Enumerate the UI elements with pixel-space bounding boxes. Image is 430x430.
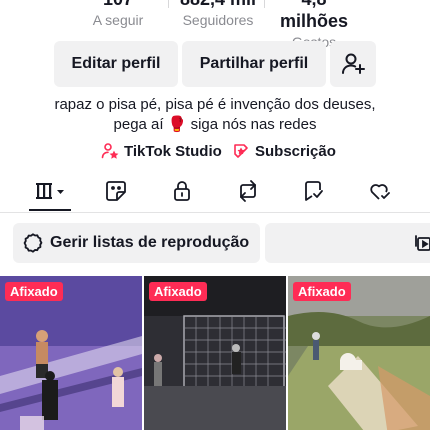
profile-bio: rapaz o pisa pé, pisa pé é invenção dos … — [20, 95, 410, 135]
video-thumbnail[interactable]: Afixado — [144, 276, 286, 430]
manage-playlists-label: Gerir listas de reprodução — [50, 234, 250, 251]
add-user-icon — [342, 53, 365, 74]
bookmark-icon — [305, 181, 323, 201]
following-label: A seguir — [92, 12, 144, 28]
stat-divider — [264, 0, 265, 8]
pinned-badge: Afixado — [5, 282, 63, 301]
grid-icon — [36, 183, 64, 199]
tiktok-studio-link[interactable]: TikTok Studio — [101, 140, 222, 162]
tab-favorites[interactable] — [297, 178, 331, 204]
pinned-badge: Afixado — [149, 282, 207, 301]
playlist-view-button[interactable] — [265, 223, 430, 263]
repost-icon — [240, 180, 256, 202]
heart-hidden-icon — [370, 184, 390, 200]
profile-tabs — [0, 172, 430, 212]
gear-icon — [23, 233, 43, 253]
video-thumbnail[interactable]: Afixado — [288, 276, 430, 430]
pinned-badge: Afixado — [293, 282, 351, 301]
bio-line: pega aí 🥊 siga nós nas redes — [113, 116, 317, 133]
manage-playlists-button[interactable]: Gerir listas de reprodução — [13, 223, 260, 263]
subscription-label: Subscrição — [255, 142, 336, 160]
bio-line: rapaz o pisa pé, pisa pé é invenção dos … — [54, 96, 376, 113]
tab-stickers[interactable] — [99, 178, 133, 204]
followers-stat[interactable]: 882,4 mil Seguidores — [170, 0, 266, 29]
add-friend-button[interactable] — [330, 41, 376, 87]
video-grid: Afixado Afixado Afixado — [0, 276, 430, 430]
followers-label: Seguidores — [182, 12, 254, 28]
playlist-icon — [415, 235, 430, 251]
tab-videos[interactable] — [33, 178, 67, 204]
profile-links: TikTok Studio Subscrição — [0, 140, 430, 162]
share-profile-button[interactable]: Partilhar perfil — [182, 41, 326, 87]
followers-count: 882,4 mil — [170, 0, 266, 10]
subscription-icon — [234, 144, 248, 158]
edit-profile-button[interactable]: Editar perfil — [54, 41, 178, 87]
video-thumbnail[interactable]: Afixado — [0, 276, 142, 430]
studio-icon — [101, 143, 119, 159]
tab-liked[interactable] — [363, 178, 397, 204]
lock-icon — [174, 181, 190, 201]
studio-label: TikTok Studio — [124, 142, 222, 160]
subscription-link[interactable]: Subscrição — [232, 140, 336, 162]
active-tab-indicator — [29, 209, 71, 211]
sticker-icon — [106, 181, 126, 201]
tabs-divider — [0, 212, 430, 213]
likes-count: 4,8 milhões — [279, 0, 349, 31]
tab-reposts[interactable] — [231, 178, 265, 204]
following-stat[interactable]: 107 A seguir — [70, 0, 166, 29]
tab-private[interactable] — [165, 178, 199, 204]
stat-divider — [168, 0, 169, 8]
profile-stats: 107 A seguir 882,4 mil Seguidores 4,8 mi… — [0, 0, 430, 50]
following-count: 107 — [70, 0, 166, 10]
